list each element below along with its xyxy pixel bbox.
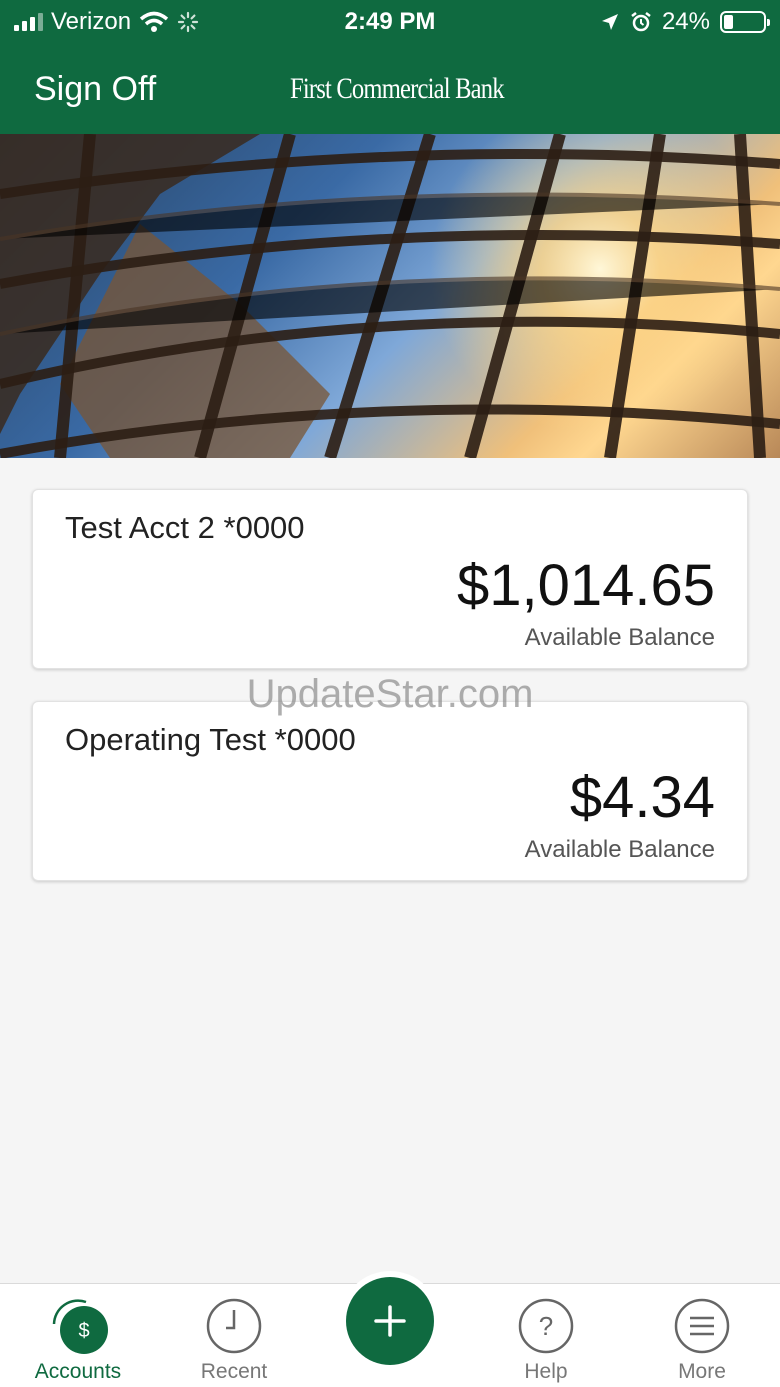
tab-label: More <box>678 1360 726 1383</box>
battery-icon <box>720 11 770 33</box>
tab-label: Accounts <box>34 1360 122 1383</box>
account-card[interactable]: Operating Test *0000 $4.34 Available Bal… <box>32 701 748 881</box>
tab-label: Recent <box>200 1360 268 1383</box>
status-right: 24% <box>600 8 770 36</box>
clock-icon <box>206 1298 262 1354</box>
svg-text:$: $ <box>78 1320 89 1342</box>
svg-text:?: ? <box>539 1311 553 1341</box>
alarm-clock-icon <box>631 12 651 32</box>
tab-help[interactable]: ? Help <box>468 1284 624 1387</box>
sign-off-button[interactable]: Sign Off <box>34 70 156 109</box>
tab-label: Help <box>524 1360 568 1383</box>
account-card[interactable]: Test Acct 2 *0000 $1,014.65 Available Ba… <box>32 489 748 669</box>
available-balance-label: Available Balance <box>524 836 715 863</box>
top-bar: Verizon 2:49 PM 24% Sign Off First Comme… <box>0 0 780 134</box>
tab-more[interactable]: More <box>624 1284 780 1387</box>
app-header: Sign Off First Commercial Bank <box>0 44 780 134</box>
bank-logo: First Commercial Bank <box>290 72 505 105</box>
status-bar: Verizon 2:49 PM 24% <box>0 0 780 44</box>
plus-icon <box>374 1305 406 1337</box>
hero-image <box>0 134 780 458</box>
available-balance-label: Available Balance <box>524 624 715 651</box>
account-balance: $1,014.65 <box>456 553 715 618</box>
tab-recent[interactable]: Recent <box>156 1284 312 1387</box>
add-action-button[interactable] <box>346 1277 434 1365</box>
menu-icon <box>674 1298 730 1354</box>
battery-percent: 24% <box>661 8 710 35</box>
location-arrow-icon <box>601 14 618 30</box>
help-icon: ? <box>518 1298 574 1354</box>
accounts-dollar-icon: $ <box>52 1299 108 1354</box>
tab-accounts[interactable]: $ Accounts <box>0 1284 156 1387</box>
account-name: Test Acct 2 *0000 <box>65 510 305 545</box>
app-screen: Verizon 2:49 PM 24% Sign Off First Comme… <box>0 0 780 1387</box>
account-balance: $4.34 <box>569 765 715 830</box>
account-name: Operating Test *0000 <box>65 722 356 757</box>
